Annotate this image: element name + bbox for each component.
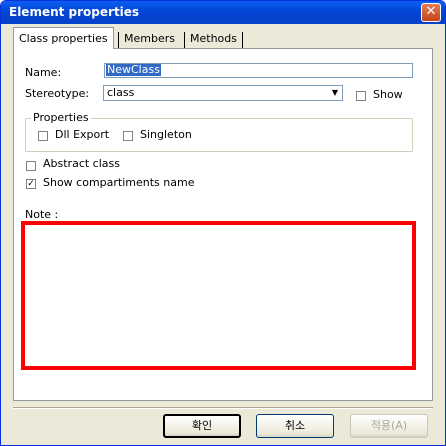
note-label: Note : (25, 208, 59, 221)
stereotype-value: class (107, 86, 135, 99)
name-input[interactable]: NewClass (104, 63, 413, 78)
singleton-label: Singleton (140, 128, 192, 141)
dll-export-checkbox[interactable] (38, 131, 48, 141)
show-label: Show (373, 88, 403, 101)
tab-methods[interactable]: Methods (185, 29, 242, 48)
stereotype-label: Stereotype: (25, 87, 90, 100)
apply-button[interactable]: 적용(A) (350, 414, 428, 438)
abstract-class-checkbox[interactable] (26, 161, 36, 171)
tab-members[interactable]: Members (119, 29, 180, 48)
properties-group-title: Properties (31, 111, 91, 124)
note-textarea[interactable] (21, 221, 416, 370)
show-compartments-label: Show compartiments name (43, 176, 195, 189)
close-icon: ✕ (425, 4, 437, 19)
chevron-down-icon[interactable]: ▼ (329, 87, 341, 99)
dll-export-label: Dll Export (55, 128, 110, 141)
cancel-button[interactable]: 취소 (256, 414, 334, 438)
show-compartments-checkbox[interactable]: ✓ (26, 179, 36, 189)
element-properties-dialog: Element properties ✕ Class properties Me… (0, 0, 446, 446)
singleton-checkbox[interactable] (123, 131, 133, 141)
name-label: Name: (25, 66, 62, 79)
window-title: Element properties (9, 5, 140, 19)
checkmark-icon: ✓ (27, 179, 35, 189)
stereotype-select[interactable]: class ▼ (103, 85, 343, 101)
ok-button[interactable]: 확인 (163, 414, 241, 438)
abstract-class-label: Abstract class (43, 157, 120, 170)
title-bar[interactable]: Element properties ✕ (1, 1, 445, 24)
close-button[interactable]: ✕ (421, 3, 441, 22)
footer-divider (13, 407, 433, 409)
tab-separator (242, 32, 243, 48)
name-value: NewClass (106, 63, 161, 76)
tab-class-properties[interactable]: Class properties (13, 27, 114, 49)
show-checkbox[interactable] (356, 91, 366, 101)
